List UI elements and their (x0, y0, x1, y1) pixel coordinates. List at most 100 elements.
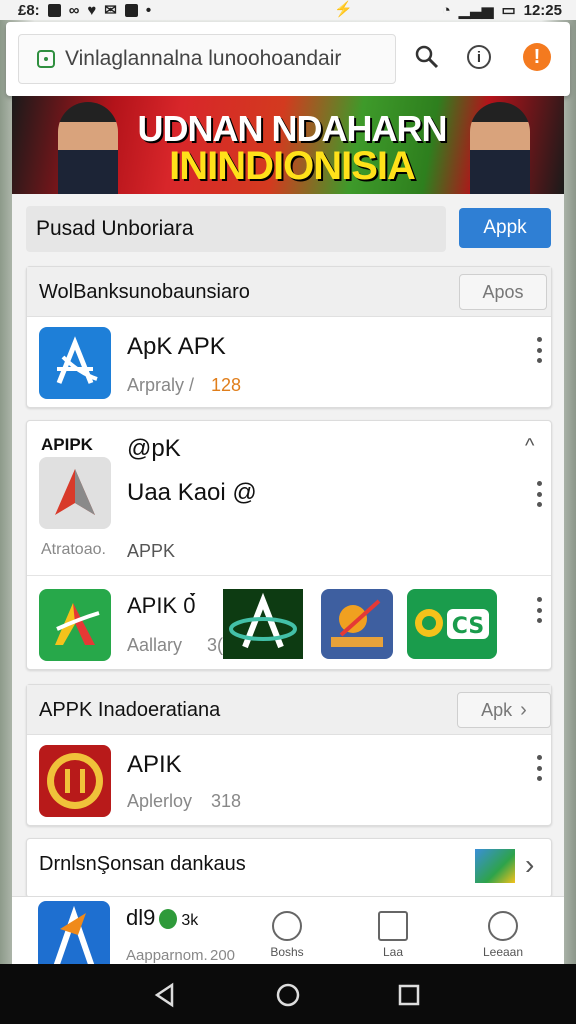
app-icon[interactable] (39, 327, 111, 399)
app-icon[interactable] (39, 745, 111, 817)
monitor-icon (378, 911, 408, 941)
more-options-button[interactable] (533, 755, 545, 781)
browser-toolbar: Vinlaglannalna lunoohoandair i ! (6, 22, 570, 96)
wifi-icon: ◔ (441, 1, 451, 19)
info-button[interactable]: i (458, 36, 500, 78)
app-store-icon (56, 336, 98, 384)
chevron-right-icon: › (520, 698, 527, 721)
url-field[interactable]: Vinlaglannalna lunoohoandair (18, 34, 396, 84)
officer-left-image (58, 102, 118, 194)
app-name[interactable]: dl9 3k (126, 905, 198, 931)
arrow-a-icon (55, 469, 95, 515)
section-action-label: Apk (481, 699, 513, 720)
os-badge-icon: CS (415, 609, 489, 639)
app-name[interactable]: Uaa Kaoi @ (127, 479, 257, 507)
app-name[interactable]: APIK (127, 751, 182, 779)
section-card-3: APPK Inadoeratiana Apk › APIK Aplerloy 3… (26, 684, 552, 826)
section-title: APPK Inadoeratiana (39, 699, 221, 721)
status-time-left: £8: (18, 1, 40, 19)
section-card-4[interactable]: DrnlsnŞonsan dankaus › (26, 838, 552, 898)
section-header: APPK Inadoeratiana Apk › (27, 685, 551, 735)
bottom-nav: dl9 3k Aapparnom. 200 Boshs Laa Leeaan (12, 896, 564, 967)
section-title: WolBanksunobaunsiaro (39, 281, 250, 303)
section-card-2: APIPK @pK ^ Uaa Kaoi @ Atratoao. APPK AP… (26, 420, 552, 670)
emblem-icon (47, 753, 103, 809)
svg-text:CS: CS (452, 614, 484, 639)
person-icon (488, 911, 518, 941)
thumb-os-image[interactable]: CS (407, 589, 497, 659)
home-icon (276, 983, 300, 1007)
url-text: Vinlaglannalna lunoohoandair (65, 47, 342, 70)
app-name[interactable]: ApK APK (127, 333, 226, 361)
link-icon: ∞ (68, 1, 80, 19)
app-count: 128 (211, 375, 242, 395)
section-action-button[interactable]: Apk › (457, 692, 551, 728)
warning-icon: ! (523, 43, 551, 71)
app-name[interactable]: APIK 0́̀ (127, 593, 195, 619)
search-apk-button[interactable]: Apрk (459, 208, 551, 248)
nav-label: Laa (382, 945, 404, 959)
app-meta: Arpraly / (127, 375, 195, 395)
home-button[interactable] (275, 982, 301, 1008)
app-count: 3( (207, 635, 224, 655)
thumb-a-icon (229, 592, 297, 649)
compass-icon (272, 911, 302, 941)
mail-icon: ✉ (104, 2, 117, 19)
app-caption: Atratoao. (41, 541, 106, 558)
dot-icon: • (145, 1, 152, 19)
nav-item-laa[interactable]: Laa (358, 911, 428, 959)
app-icon[interactable] (38, 901, 110, 967)
status-time: 12:25 (523, 1, 562, 19)
globe-thumbnail (475, 849, 515, 883)
app-meta: Aallary (127, 635, 183, 655)
section-badge: APIPK (41, 435, 93, 454)
back-icon (154, 982, 174, 1008)
search-icon (415, 45, 439, 69)
pen-a-icon (53, 905, 95, 967)
notification-icon (47, 3, 61, 17)
divider (27, 575, 551, 576)
thumb-rocket-image[interactable] (321, 589, 393, 659)
more-options-button[interactable] (533, 597, 545, 623)
app-count: 318 (211, 791, 242, 811)
signal-icon: ▁▃▅ (458, 2, 494, 19)
nav-item-boshs[interactable]: Boshs (252, 911, 322, 959)
colorful-a-icon (55, 603, 100, 645)
alert-icon: ⚡ (334, 1, 353, 18)
thumb-a-image[interactable] (223, 589, 303, 659)
section-title: DrnlsnŞonsan dankaus (39, 853, 246, 875)
rocket-icon (331, 599, 383, 647)
promo-banner[interactable]: UDNAN NDAHARN ININDIONISIA (12, 96, 564, 194)
officer-right-image (470, 102, 530, 194)
recents-button[interactable] (396, 982, 422, 1008)
lock-icon (37, 50, 55, 68)
app-icon[interactable] (39, 589, 111, 661)
content-sheet: Pusad Unboriara Apрk WolBanksunobaunsiar… (12, 194, 564, 964)
image-icon (124, 3, 138, 17)
status-bar: £8: ∞ ♥ ✉ • ⚡ ◔ ▁▃▅ ▭ 12:25 (0, 0, 576, 20)
more-options-button[interactable] (533, 481, 545, 507)
nav-label: Leeaan (482, 945, 524, 959)
app-icon[interactable] (39, 457, 111, 529)
app-meta: Aapparnom. (126, 947, 208, 964)
search-button[interactable] (406, 36, 448, 78)
system-nav-bar (0, 964, 576, 1024)
search-input[interactable]: Pusad Unboriara (26, 206, 446, 252)
app-count: 200 (210, 947, 236, 964)
back-button[interactable] (152, 982, 178, 1008)
nav-item-leeaan[interactable]: Leeaan (468, 911, 538, 959)
more-options-button[interactable] (533, 337, 545, 363)
section-card-1: WolBanksunobaunsiaro Apos ApK APK Arpral… (26, 266, 552, 408)
collapse-caret-icon[interactable]: ^ (525, 435, 534, 458)
section-action-button[interactable]: Apos (459, 274, 547, 310)
section-header: WolBanksunobaunsiaro Apos (27, 267, 551, 317)
warning-button[interactable]: ! (516, 36, 558, 78)
app-meta: Aplerloy (127, 791, 193, 811)
leaf-icon (159, 909, 178, 930)
banner-subtitle: ININDIONISIA (169, 144, 416, 188)
section-label: @pK (127, 435, 181, 462)
nav-label: Boshs (270, 945, 304, 959)
chevron-right-icon: › (525, 849, 535, 880)
info-icon: i (467, 45, 491, 69)
heart-icon: ♥ (87, 1, 97, 19)
